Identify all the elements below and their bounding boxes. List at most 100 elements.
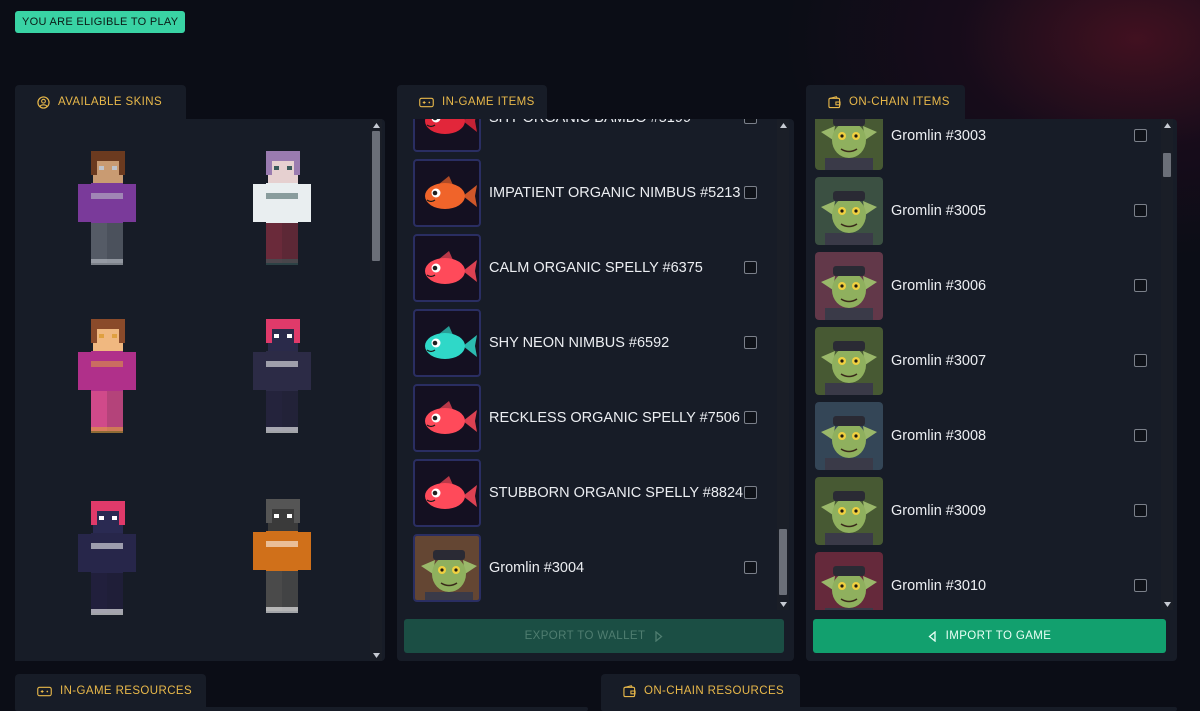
wallet-icon	[828, 95, 841, 108]
item-name: STUBBORN ORGANIC SPELLY #8824	[489, 484, 744, 501]
item-thumbnail	[413, 158, 481, 227]
item-name: Gromlin #3007	[891, 352, 987, 369]
item-checkbox[interactable]	[744, 486, 757, 499]
gamepad-icon	[419, 97, 434, 107]
scroll-down-icon[interactable]	[777, 598, 789, 610]
user-circle-icon	[37, 95, 50, 109]
item-name: SHY ORGANIC BAMBO #5199	[489, 119, 744, 126]
item-thumbnail	[815, 401, 883, 470]
item-thumbnail	[413, 533, 481, 602]
in-game-resources-panel	[15, 707, 588, 711]
item-name: Gromlin #3009	[891, 502, 987, 519]
on-chain-item-row[interactable]: Gromlin #3010	[813, 548, 1167, 610]
in-game-item-row[interactable]: Gromlin #3004	[404, 530, 777, 605]
tab-in-game-items[interactable]: IN-GAME ITEMS	[397, 85, 547, 119]
import-to-game-button[interactable]: IMPORT TO GAME	[813, 619, 1166, 653]
tab-label: AVAILABLE SKINS	[58, 96, 163, 108]
tab-label: ON-CHAIN RESOURCES	[644, 685, 785, 697]
scroll-thumb[interactable]	[372, 131, 380, 261]
skins-panel	[15, 119, 385, 661]
scroll-up-icon[interactable]	[777, 119, 789, 131]
item-thumbnail	[815, 176, 883, 245]
import-label: IMPORT TO GAME	[945, 630, 1052, 642]
in-game-item-row[interactable]: SHY NEON NIMBUS #6592	[404, 305, 777, 380]
in-game-item-row[interactable]: SHY ORGANIC BAMBO #5199	[404, 119, 777, 155]
on-chain-item-row[interactable]: Gromlin #3005	[813, 173, 1167, 248]
scroll-thumb[interactable]	[779, 529, 787, 595]
item-checkbox[interactable]	[1134, 429, 1147, 442]
on-chain-items-list: Gromlin #3003 Gromlin #3005 Gromlin #3006 G…	[813, 119, 1167, 610]
item-checkbox[interactable]	[744, 561, 757, 574]
chevron-left-icon	[928, 630, 936, 642]
chevron-right-icon	[655, 630, 663, 642]
item-name: Gromlin #3010	[891, 577, 987, 594]
item-checkbox[interactable]	[744, 336, 757, 349]
tab-available-skins[interactable]: AVAILABLE SKINS	[15, 85, 186, 119]
item-checkbox[interactable]	[1134, 354, 1147, 367]
tab-on-chain-resources[interactable]: ON-CHAIN RESOURCES	[601, 674, 800, 708]
on-chain-item-row[interactable]: Gromlin #3008	[813, 398, 1167, 473]
scroll-down-icon[interactable]	[1161, 598, 1173, 610]
item-checkbox[interactable]	[1134, 579, 1147, 592]
item-thumbnail	[815, 251, 883, 320]
item-name: RECKLESS ORGANIC SPELLY #7506	[489, 409, 740, 426]
item-checkbox[interactable]	[744, 186, 757, 199]
skin-brown-hair-purple-skin[interactable]	[72, 151, 142, 271]
skin-navy-horned-skin[interactable]	[72, 501, 142, 621]
on-chain-item-row[interactable]: Gromlin #3003	[813, 119, 1167, 173]
scroll-down-icon[interactable]	[370, 649, 382, 661]
scroll-up-icon[interactable]	[370, 119, 382, 131]
wallet-icon	[623, 684, 636, 697]
item-checkbox[interactable]	[1134, 504, 1147, 517]
export-label: EXPORT TO WALLET	[524, 630, 646, 642]
in-game-item-row[interactable]: RECKLESS ORGANIC SPELLY #7506	[404, 380, 777, 455]
item-thumbnail	[815, 119, 883, 170]
item-name: CALM ORGANIC SPELLY #6375	[489, 259, 703, 276]
gamepad-icon	[37, 686, 52, 696]
skin-lilac-hair-skin[interactable]	[247, 151, 317, 271]
scroll-up-icon[interactable]	[1161, 119, 1173, 131]
item-thumbnail	[413, 308, 481, 377]
tab-on-chain-items[interactable]: ON-CHAIN ITEMS	[806, 85, 965, 119]
on-chain-items-panel: Gromlin #3003 Gromlin #3005 Gromlin #3006 G…	[806, 119, 1177, 661]
tab-label: IN-GAME ITEMS	[442, 96, 535, 108]
tab-in-game-resources[interactable]: IN-GAME RESOURCES	[15, 674, 206, 708]
scroll-thumb[interactable]	[1163, 153, 1171, 177]
skin-bearded-magenta-skin[interactable]	[72, 319, 142, 439]
in-game-items-panel: SHY ORGANIC BAMBO #5199 IMPATIENT ORGANIC…	[397, 119, 794, 661]
item-thumbnail	[413, 119, 481, 152]
item-name: Gromlin #3003	[891, 127, 987, 144]
item-checkbox[interactable]	[1134, 279, 1147, 292]
item-checkbox[interactable]	[1134, 204, 1147, 217]
on-chain-item-row[interactable]: Gromlin #3009	[813, 473, 1167, 548]
on-chain-item-row[interactable]: Gromlin #3006	[813, 248, 1167, 323]
item-thumbnail	[815, 551, 883, 610]
item-thumbnail	[413, 233, 481, 302]
item-thumbnail	[413, 383, 481, 452]
in-game-item-row[interactable]: IMPATIENT ORGANIC NIMBUS #5213	[404, 155, 777, 230]
in-game-item-row[interactable]: CALM ORGANIC SPELLY #6375	[404, 230, 777, 305]
item-checkbox[interactable]	[744, 411, 757, 424]
on-chain-scrollbar[interactable]	[1161, 119, 1173, 610]
tab-label: IN-GAME RESOURCES	[60, 685, 193, 697]
item-checkbox[interactable]	[1134, 129, 1147, 142]
tab-label: ON-CHAIN ITEMS	[849, 96, 950, 108]
in-game-scrollbar[interactable]	[777, 119, 789, 610]
item-checkbox[interactable]	[744, 261, 757, 274]
item-name: Gromlin #3008	[891, 427, 987, 444]
on-chain-resources-panel	[601, 707, 1177, 711]
item-thumbnail	[815, 476, 883, 545]
item-checkbox[interactable]	[744, 119, 757, 124]
in-game-items-list: SHY ORGANIC BAMBO #5199 IMPATIENT ORGANIC…	[404, 119, 777, 610]
item-name: Gromlin #3004	[489, 559, 585, 576]
eligibility-badge: YOU ARE ELIGIBLE TO PLAY	[15, 11, 186, 33]
in-game-item-row[interactable]: STUBBORN ORGANIC SPELLY #8824	[404, 455, 777, 530]
skins-scrollbar[interactable]	[370, 119, 382, 661]
skin-armored-orange-skin[interactable]	[247, 499, 317, 619]
skin-dark-horned-skin[interactable]	[247, 319, 317, 439]
export-to-wallet-button[interactable]: EXPORT TO WALLET	[404, 619, 784, 653]
item-name: Gromlin #3006	[891, 277, 987, 294]
on-chain-item-row[interactable]: Gromlin #3007	[813, 323, 1167, 398]
item-thumbnail	[815, 326, 883, 395]
item-name: Gromlin #3005	[891, 202, 987, 219]
